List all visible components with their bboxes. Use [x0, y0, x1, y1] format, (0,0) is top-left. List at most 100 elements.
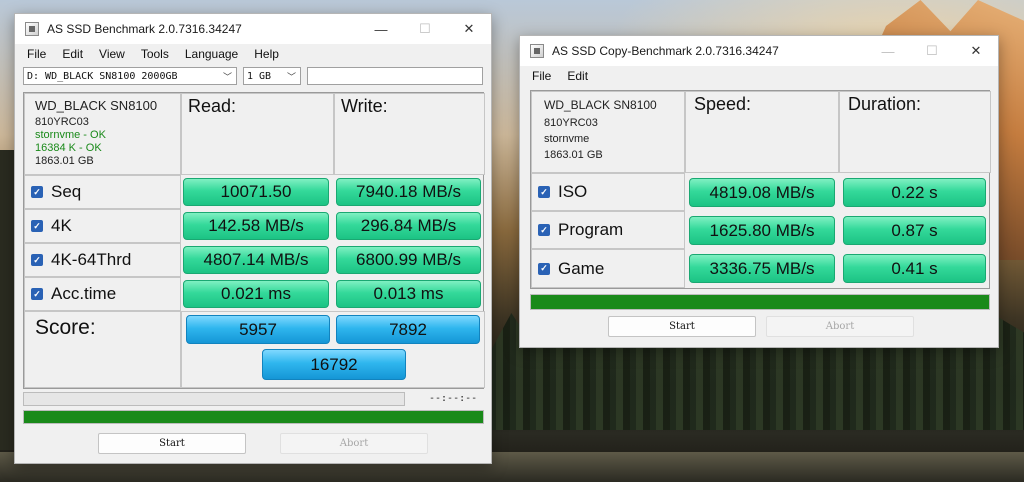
- menu-edit[interactable]: Edit: [559, 69, 596, 83]
- driver-name: stornvme: [544, 133, 590, 145]
- seq-write-value: 7940.18 MB/s: [336, 178, 481, 206]
- close-icon[interactable]: ✕: [954, 36, 998, 66]
- test-toggle-seq[interactable]: ✓ Seq: [25, 176, 81, 208]
- driver-status: stornvme - OK: [35, 129, 106, 141]
- status-textbox[interactable]: [307, 67, 483, 85]
- test-toggle-acc-time[interactable]: ✓ Acc.time: [25, 278, 116, 310]
- menu-view[interactable]: View: [91, 47, 133, 61]
- copy-progress-fill: [531, 295, 989, 309]
- row-label: Program: [558, 220, 624, 239]
- menu-tools[interactable]: Tools: [133, 47, 177, 61]
- read-score: 5957: [186, 315, 330, 344]
- abort-button[interactable]: Abort: [766, 316, 914, 337]
- test-toggle-game[interactable]: ✓ Game: [532, 250, 604, 287]
- minimize-icon[interactable]: —: [866, 36, 910, 66]
- duration-header: Duration:: [848, 94, 922, 114]
- drive-capacity: 1863.01 GB: [35, 155, 94, 167]
- total-progress-fill: [24, 411, 483, 423]
- 4k-write-value: 296.84 MB/s: [336, 212, 481, 240]
- write-header-cell: Write:: [334, 93, 485, 175]
- start-button[interactable]: Start: [608, 316, 756, 337]
- acc-time-read-value: 0.021 ms: [183, 280, 329, 308]
- start-button[interactable]: Start: [98, 433, 246, 454]
- game-duration-value: 0.41 s: [843, 254, 986, 283]
- drive-select-value: D: WD_BLACK SN8100 2000GB: [27, 70, 178, 82]
- test-toggle-4k[interactable]: ✓ 4K: [25, 210, 72, 242]
- row-label-cell: ✓ Program: [531, 211, 685, 249]
- results-grid: WD_BLACK SN8100 810YRC03 stornvme - OK 1…: [23, 92, 485, 389]
- read-header-cell: Read:: [181, 93, 334, 175]
- test-toggle-4k-64thrd[interactable]: ✓ 4K-64Thrd: [25, 244, 131, 276]
- menu-bar: File Edit: [520, 66, 998, 86]
- drive-info-cell: WD_BLACK SN8100 810YRC03 stornvme 1863.0…: [531, 91, 685, 173]
- program-duration-value: 0.87 s: [843, 216, 986, 245]
- alignment-status: 16384 K - OK: [35, 142, 102, 154]
- row-label-cell: ✓ ISO: [531, 173, 685, 211]
- program-speed-value: 1625.80 MB/s: [689, 216, 835, 245]
- chevron-down-icon: ﹀: [222, 73, 232, 83]
- checkbox-checked-icon[interactable]: ✓: [538, 262, 550, 275]
- maximize-icon[interactable]: ☐: [910, 36, 954, 66]
- checkbox-checked-icon[interactable]: ✓: [31, 186, 43, 198]
- row-label: Game: [558, 258, 605, 278]
- drive-capacity: 1863.01 GB: [544, 149, 603, 161]
- menu-bar: File Edit View Tools Language Help: [15, 44, 491, 64]
- seq-read-value: 10071.50: [183, 178, 329, 206]
- checkbox-checked-icon[interactable]: ✓: [31, 254, 43, 266]
- title-bar[interactable]: AS SSD Benchmark 2.0.7316.34247 — ☐ ✕: [15, 14, 491, 44]
- abort-button[interactable]: Abort: [280, 433, 428, 454]
- drive-model: WD_BLACK SN8100: [35, 98, 158, 113]
- read-header: Read:: [188, 96, 237, 116]
- row-label-cell: ✓ 4K-64Thrd: [24, 243, 181, 277]
- iso-speed-value: 4819.08 MB/s: [689, 178, 835, 207]
- checkbox-checked-icon[interactable]: ✓: [31, 220, 43, 232]
- size-select[interactable]: 1 GB ﹀: [243, 67, 301, 85]
- test-toggle-program[interactable]: ✓ Program: [532, 212, 623, 248]
- title-bar[interactable]: AS SSD Copy-Benchmark 2.0.7316.34247 — ☐…: [520, 36, 998, 66]
- menu-language[interactable]: Language: [177, 47, 246, 61]
- game-speed-value: 3336.75 MB/s: [689, 254, 835, 283]
- test-toggle-iso[interactable]: ✓ ISO: [532, 174, 587, 210]
- size-select-value: 1 GB: [247, 70, 272, 82]
- write-header: Write:: [341, 96, 388, 116]
- write-score: 7892: [336, 315, 480, 344]
- chevron-down-icon: ﹀: [286, 73, 296, 83]
- drive-info-cell: WD_BLACK SN8100 810YRC03 stornvme - OK 1…: [24, 93, 181, 175]
- copy-results-grid: WD_BLACK SN8100 810YRC03 stornvme 1863.0…: [530, 90, 991, 289]
- drive-model: WD_BLACK SN8100: [544, 98, 657, 112]
- row-label-cell: ✓ 4K: [24, 209, 181, 243]
- 4k-read-value: 142.58 MB/s: [183, 212, 329, 240]
- drive-firmware: 810YRC03: [544, 117, 598, 129]
- 4k-64thrd-read-value: 4807.14 MB/s: [183, 246, 329, 274]
- 4k-64thrd-write-value: 6800.99 MB/s: [336, 246, 481, 274]
- row-label-cell: ✓ Seq: [24, 175, 181, 209]
- checkbox-checked-icon[interactable]: ✓: [538, 186, 550, 198]
- checkbox-checked-icon[interactable]: ✓: [31, 288, 43, 300]
- row-label: Acc.time: [51, 284, 117, 303]
- menu-help[interactable]: Help: [246, 47, 287, 61]
- as-ssd-benchmark-window[interactable]: AS SSD Benchmark 2.0.7316.34247 — ☐ ✕ Fi…: [14, 13, 492, 464]
- window-title: AS SSD Benchmark 2.0.7316.34247: [47, 22, 242, 36]
- maximize-icon[interactable]: ☐: [403, 14, 447, 44]
- minimize-icon[interactable]: —: [359, 14, 403, 44]
- menu-file[interactable]: File: [524, 69, 559, 83]
- checkbox-checked-icon[interactable]: ✓: [538, 224, 550, 236]
- menu-file[interactable]: File: [19, 47, 54, 61]
- menu-edit[interactable]: Edit: [54, 47, 91, 61]
- duration-header-cell: Duration:: [839, 91, 991, 173]
- drive-select[interactable]: D: WD_BLACK SN8100 2000GB ﹀: [23, 67, 237, 85]
- acc-time-write-value: 0.013 ms: [336, 280, 481, 308]
- score-label: Score:: [35, 316, 96, 339]
- score-label-cell: Score:: [24, 311, 181, 388]
- speed-header: Speed:: [694, 94, 752, 114]
- toolbar: D: WD_BLACK SN8100 2000GB ﹀ 1 GB ﹀: [15, 64, 491, 88]
- row-label: Seq: [51, 182, 82, 201]
- speed-header-cell: Speed:: [685, 91, 839, 173]
- as-ssd-copy-benchmark-window[interactable]: AS SSD Copy-Benchmark 2.0.7316.34247 — ☐…: [519, 35, 999, 348]
- app-icon: [25, 22, 39, 36]
- row-label-cell: ✓ Acc.time: [24, 277, 181, 311]
- elapsed-time: --:--:--: [429, 393, 478, 404]
- drive-firmware: 810YRC03: [35, 116, 89, 128]
- row-label: 4K-64Thrd: [51, 250, 132, 269]
- close-icon[interactable]: ✕: [447, 14, 491, 44]
